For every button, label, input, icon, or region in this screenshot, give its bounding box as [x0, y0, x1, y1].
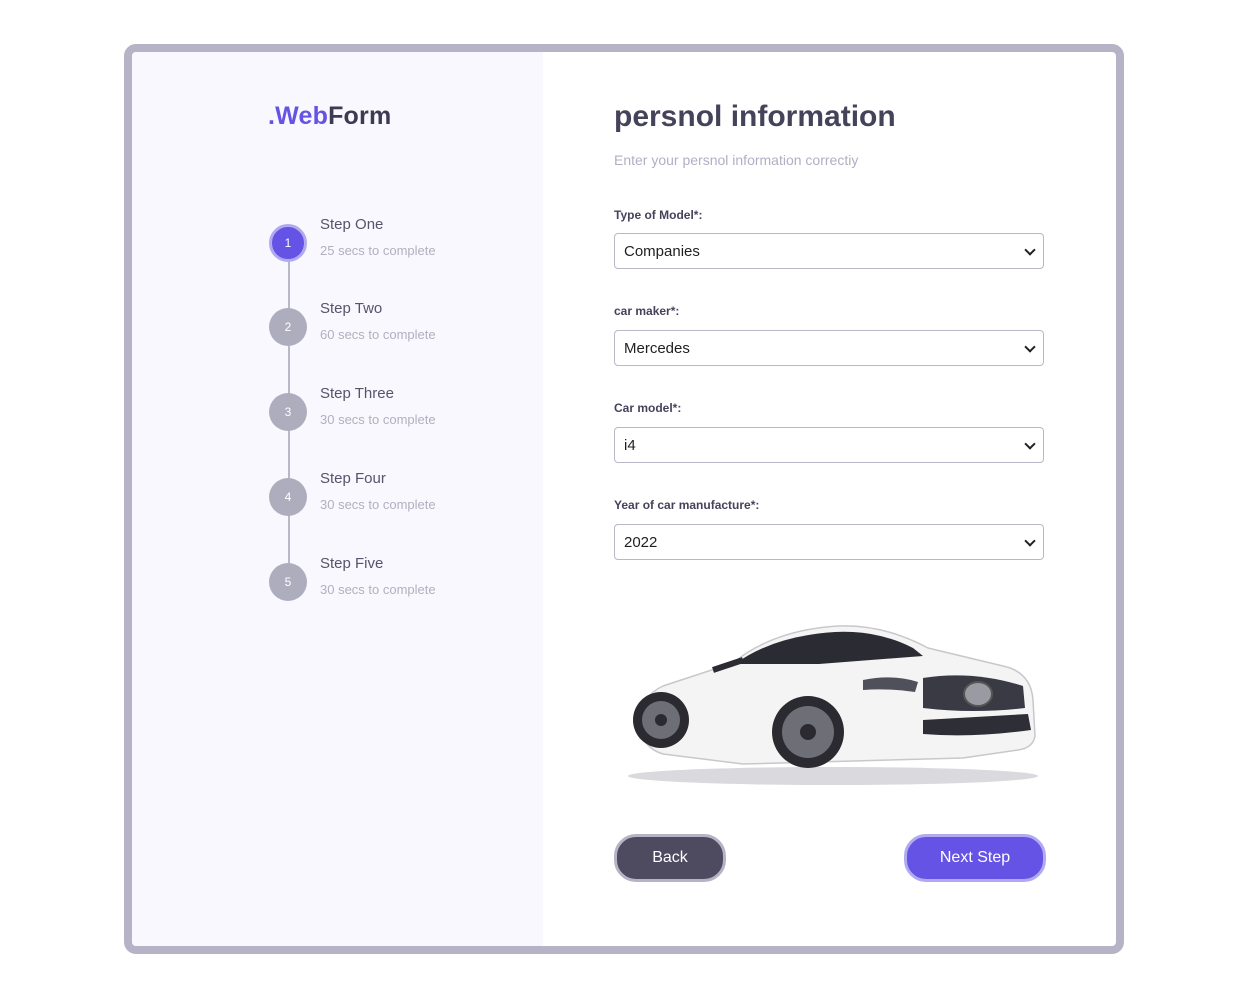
form-card: .WebForm 1 Step One 25 secs to complete …: [124, 44, 1124, 954]
step-2[interactable]: 2 Step Two 60 secs to complete: [269, 300, 569, 368]
step-title: Step Three: [320, 385, 394, 402]
back-button[interactable]: Back: [614, 834, 726, 882]
step-number-badge: 5: [269, 563, 307, 601]
car-photo: [628, 625, 1038, 785]
step-number-badge: 3: [269, 393, 307, 431]
step-3[interactable]: 3 Step Three 30 secs to complete: [269, 385, 569, 453]
step-5[interactable]: 5 Step Five 30 secs to complete: [269, 555, 569, 623]
step-subtitle: 30 secs to complete: [320, 497, 436, 512]
step-number-badge: 4: [269, 478, 307, 516]
chevron-down-icon: [1024, 244, 1036, 256]
step-number-badge: 1: [269, 224, 307, 262]
step-title: Step Five: [320, 555, 384, 572]
logo: .WebForm: [268, 102, 392, 130]
chevron-down-icon: [1024, 341, 1036, 353]
step-1[interactable]: 1 Step One 25 secs to complete: [269, 216, 569, 284]
car-maker-select[interactable]: Mercedes: [614, 330, 1044, 366]
next-step-button[interactable]: Next Step: [904, 834, 1046, 882]
car-model-select[interactable]: i4: [614, 427, 1044, 463]
select-value: i4: [624, 437, 636, 454]
chevron-down-icon: [1024, 535, 1036, 547]
step-4[interactable]: 4 Step Four 30 secs to complete: [269, 470, 569, 538]
step-title: Step Two: [320, 300, 383, 317]
step-title: Step One: [320, 216, 384, 233]
chevron-down-icon: [1024, 438, 1036, 450]
step-subtitle: 30 secs to complete: [320, 582, 436, 597]
select-value: 2022: [624, 534, 658, 551]
car-model-label: Car model*:: [614, 401, 682, 415]
step-subtitle: 25 secs to complete: [320, 243, 436, 258]
form-panel: persnol information Enter your persnol i…: [543, 52, 1116, 946]
model-type-select[interactable]: Companies: [614, 233, 1044, 269]
page-title: persnol information: [614, 100, 896, 133]
year-label: Year of car manufacture*:: [614, 498, 760, 512]
step-subtitle: 60 secs to complete: [320, 327, 436, 342]
car-maker-label: car maker*:: [614, 304, 680, 318]
select-value: Companies: [624, 243, 700, 260]
step-number-badge: 2: [269, 308, 307, 346]
select-value: Mercedes: [624, 340, 690, 357]
sidebar: .WebForm 1 Step One 25 secs to complete …: [132, 52, 543, 946]
step-subtitle: 30 secs to complete: [320, 412, 436, 427]
page-subtitle: Enter your persnol information correctiy: [614, 152, 859, 168]
model-type-label: Type of Model*:: [614, 208, 703, 222]
year-select[interactable]: 2022: [614, 524, 1044, 560]
step-title: Step Four: [320, 470, 386, 487]
